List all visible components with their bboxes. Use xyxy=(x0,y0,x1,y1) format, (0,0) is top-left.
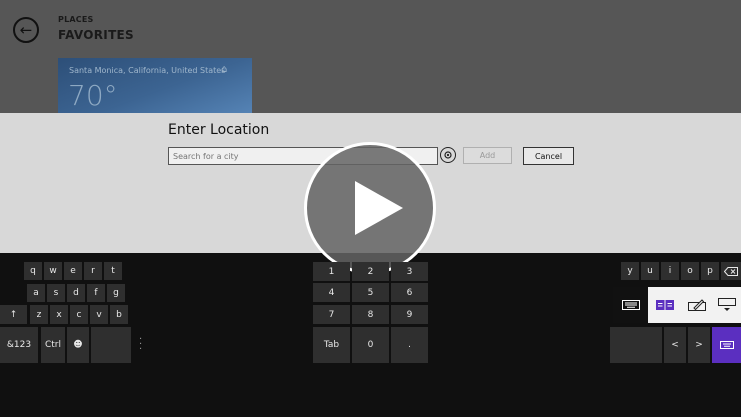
key-d[interactable]: d xyxy=(67,284,85,302)
numpad-7[interactable]: 7 xyxy=(313,305,350,324)
current-location-button[interactable] xyxy=(440,147,456,163)
app-background: ← PLACES FAVORITES Santa Monica, Califor… xyxy=(0,0,741,113)
key-t[interactable]: t xyxy=(104,262,122,280)
emoji-key[interactable]: ☻ xyxy=(67,327,89,363)
numpad-0[interactable]: 0 xyxy=(352,327,389,363)
numpad-1[interactable]: 1 xyxy=(313,262,350,281)
key-o[interactable]: o xyxy=(681,262,699,280)
key-s[interactable]: s xyxy=(47,284,65,302)
layout-split-keyboard[interactable] xyxy=(649,287,680,323)
key-v[interactable]: v xyxy=(90,305,108,324)
ctrl-key[interactable]: Ctrl xyxy=(41,327,65,363)
cursor-left-key[interactable]: < xyxy=(664,327,686,363)
key-u[interactable]: u xyxy=(641,262,659,280)
backspace-key[interactable] xyxy=(721,262,741,280)
key-x[interactable]: x xyxy=(50,305,68,324)
key-g[interactable]: g xyxy=(107,284,125,302)
split-keyboard-icon xyxy=(655,300,674,310)
symbols-key[interactable]: &123 xyxy=(0,327,38,363)
back-arrow-icon: ← xyxy=(19,20,33,39)
tab-key[interactable]: Tab xyxy=(313,327,350,363)
key-r[interactable]: r xyxy=(84,262,102,280)
add-button[interactable]: Add xyxy=(463,147,512,164)
numpad-8[interactable]: 8 xyxy=(352,305,389,324)
numpad-2[interactable]: 2 xyxy=(352,262,389,281)
layout-handwriting[interactable] xyxy=(681,287,712,323)
numpad-6[interactable]: 6 xyxy=(391,283,428,302)
home-icon: ⌂ xyxy=(221,64,228,75)
handwriting-icon xyxy=(687,299,706,311)
more-options-icon[interactable]: · · · xyxy=(139,335,145,355)
numpad-period[interactable]: . xyxy=(391,327,428,363)
touch-keyboard: q w e r t a s d f g ↑ z x c v b &123 Ctr… xyxy=(0,253,741,417)
section-label: PLACES xyxy=(58,15,94,24)
key-y[interactable]: y xyxy=(621,262,639,280)
keyboard-icon xyxy=(719,341,734,349)
location-target-icon xyxy=(444,151,452,159)
numpad-5[interactable]: 5 xyxy=(352,283,389,302)
key-p[interactable]: p xyxy=(701,262,719,280)
key-e[interactable]: e xyxy=(64,262,82,280)
numpad-9[interactable]: 9 xyxy=(391,305,428,324)
tile-city-name: Santa Monica, California, United States xyxy=(69,66,226,75)
key-w[interactable]: w xyxy=(44,262,62,280)
layout-dock-keyboard[interactable] xyxy=(713,287,741,323)
cancel-button[interactable]: Cancel xyxy=(523,147,574,165)
dialog-title: Enter Location xyxy=(168,122,270,138)
space-key-left[interactable] xyxy=(91,327,131,363)
key-a[interactable]: a xyxy=(27,284,45,302)
shift-key[interactable]: ↑ xyxy=(0,305,27,324)
key-c[interactable]: c xyxy=(70,305,88,324)
favorite-city-tile[interactable]: Santa Monica, California, United States … xyxy=(58,58,252,113)
key-q[interactable]: q xyxy=(24,262,42,280)
key-z[interactable]: z xyxy=(30,305,48,324)
numpad-3[interactable]: 3 xyxy=(391,262,428,281)
key-b[interactable]: b xyxy=(110,305,128,324)
key-i[interactable]: i xyxy=(661,262,679,280)
keyboard-switch-key[interactable] xyxy=(712,327,741,363)
back-button[interactable]: ← xyxy=(13,17,39,43)
layout-standard-keyboard[interactable] xyxy=(613,287,648,323)
space-key-right[interactable] xyxy=(610,327,662,363)
dock-keyboard-icon xyxy=(718,298,736,311)
cursor-right-key[interactable]: > xyxy=(688,327,710,363)
page-title: FAVORITES xyxy=(58,28,135,42)
key-f[interactable]: f xyxy=(87,284,105,302)
backspace-icon xyxy=(724,266,738,276)
numpad-4[interactable]: 4 xyxy=(313,283,350,302)
standard-keyboard-icon xyxy=(621,300,640,310)
tile-temperature: 70° xyxy=(68,79,118,112)
